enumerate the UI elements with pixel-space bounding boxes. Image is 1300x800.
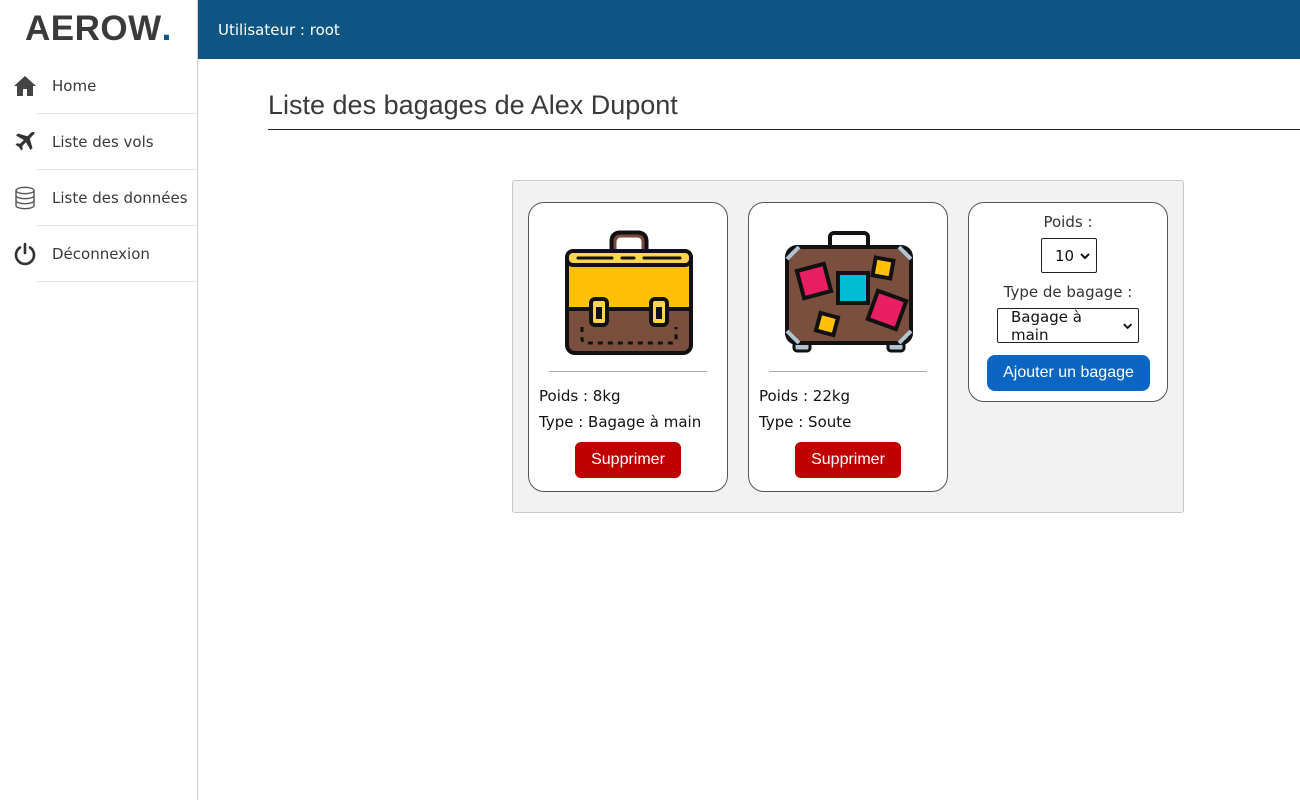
sidebar-item-home[interactable]: Home (0, 58, 197, 114)
baggage-type: Type : Bagage à main (539, 413, 702, 431)
sidebar: AEROW. Home Liste des vols Liste des don… (0, 0, 198, 800)
plane-icon (13, 130, 37, 154)
baggage-card: Poids : 8kg Type : Bagage à main Supprim… (528, 202, 728, 492)
sidebar-item-label: Liste des données (52, 189, 188, 207)
weight-label: Poids : (1043, 213, 1093, 231)
database-icon (13, 186, 37, 210)
baggage-weight: Poids : 22kg (759, 387, 851, 405)
brand-name: AEROW (25, 9, 162, 48)
sidebar-item-data[interactable]: Liste des données (0, 170, 197, 226)
page-title: Liste des bagages de Alex Dupont (268, 90, 1300, 130)
sidebar-item-label: Liste des vols (52, 133, 154, 151)
sidebar-item-logout[interactable]: Déconnexion (0, 226, 197, 282)
briefcase-icon (559, 223, 699, 363)
card-divider (549, 371, 707, 372)
home-icon (13, 74, 37, 98)
baggage-type: Type : Soute (759, 413, 852, 431)
baggage-panel: Poids : 8kg Type : Bagage à main Supprim… (512, 180, 1184, 513)
type-label: Type de bagage : (1003, 283, 1133, 301)
delete-button[interactable]: Supprimer (795, 442, 901, 478)
suitcase-icon (779, 223, 919, 363)
add-baggage-button[interactable]: Ajouter un bagage (987, 355, 1150, 391)
sidebar-item-label: Home (52, 77, 97, 95)
current-user: Utilisateur : root (218, 20, 340, 39)
baggage-card: Poids : 22kg Type : Soute Supprimer (748, 202, 948, 492)
chevron-down-icon (1080, 252, 1090, 259)
brand-logo[interactable]: AEROW. (0, 0, 197, 58)
type-select[interactable]: Bagage à main (997, 307, 1139, 344)
sidebar-item-label: Déconnexion (52, 245, 150, 263)
card-divider (769, 371, 927, 372)
top-bar: Utilisateur : root (198, 0, 1300, 59)
add-baggage-form: Poids : 10 Type de bagage : Bagage à mai… (968, 202, 1168, 402)
weight-select[interactable]: 10 (1041, 238, 1097, 273)
delete-button[interactable]: Supprimer (575, 442, 681, 478)
power-icon (13, 242, 37, 266)
sidebar-nav: Home Liste des vols Liste des données Dé… (0, 58, 197, 282)
chevron-down-icon (1122, 322, 1132, 329)
type-select-value: Bagage à main (1011, 307, 1082, 344)
brand-dot: . (161, 9, 172, 48)
baggage-weight: Poids : 8kg (539, 387, 621, 405)
weight-select-value: 10 (1055, 246, 1075, 265)
sidebar-item-flights[interactable]: Liste des vols (0, 114, 197, 170)
